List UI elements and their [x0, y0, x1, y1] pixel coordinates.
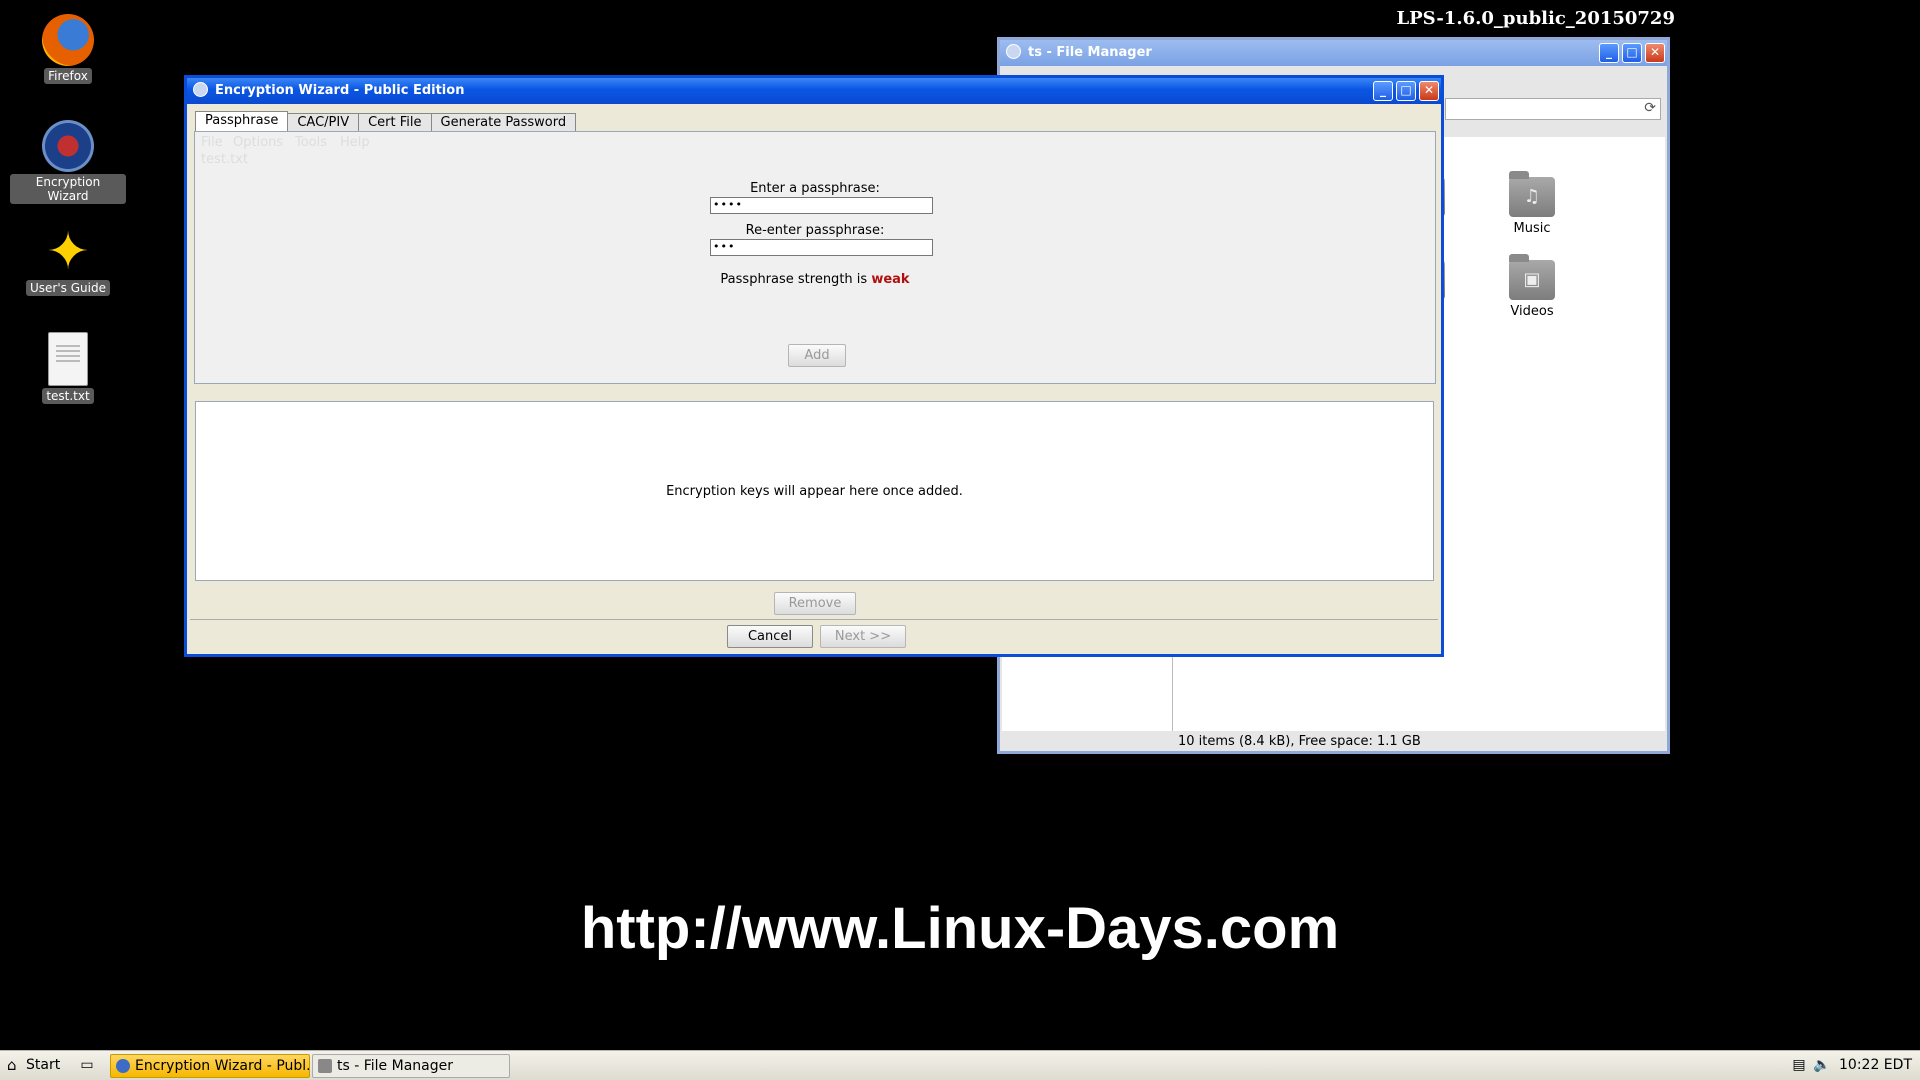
status-bar: 10 items (8.4 kB), Free space: 1.1 GB [1178, 734, 1421, 749]
window-title: ts - File Manager [1028, 45, 1152, 60]
show-desktop-icon[interactable]: ▭ [76, 1054, 98, 1078]
minimize-button[interactable]: _ [1373, 81, 1393, 101]
desktop-icon-encryption-wizard[interactable]: Encryption Wizard [10, 120, 126, 204]
firefox-icon [42, 14, 94, 66]
ghost-menu-options: Options [233, 135, 284, 150]
maximize-button[interactable]: □ [1396, 81, 1416, 101]
file-manager-titlebar[interactable]: ts - File Manager _ □ ✕ [1000, 40, 1667, 66]
taskbar: ⌂ Start ▭ Encryption Wizard - Publ... ts… [0, 1050, 1920, 1080]
folder-label: Music [1513, 221, 1551, 236]
desktop-icon-label: test.txt [42, 388, 94, 404]
encryption-wizard-titlebar[interactable]: Encryption Wizard - Public Edition _ □ ✕ [187, 78, 1441, 104]
volume-icon[interactable]: 🔈 [1812, 1054, 1832, 1078]
task-encryption-wizard[interactable]: Encryption Wizard - Publ... [110, 1054, 310, 1078]
folder-music[interactable]: ♫ Music [1492, 171, 1572, 236]
encryption-keys-list[interactable]: Encryption keys will appear here once ad… [195, 401, 1434, 581]
clock[interactable]: 10:22 EDT [1839, 1057, 1912, 1073]
maximize-button[interactable]: □ [1622, 43, 1642, 63]
tab-bar: Passphrase CAC/PIV Cert File Generate Passw… [195, 111, 577, 133]
folder-videos[interactable]: ▣ Videos [1492, 254, 1572, 319]
encryption-wizard-icon [193, 82, 208, 97]
remove-button[interactable]: Remove [774, 592, 856, 615]
close-button[interactable]: ✕ [1419, 81, 1439, 101]
window-title: Encryption Wizard - Public Edition [215, 83, 465, 98]
ghost-menu-tools: Tools [295, 135, 328, 150]
ghost-menu-help: Help [340, 135, 370, 150]
task-label: Encryption Wizard - Publ... [135, 1058, 310, 1074]
passphrase-panel: File Options Tools Help test.txt Enter a… [194, 131, 1436, 384]
file-manager-icon [318, 1059, 332, 1073]
reenter-passphrase-label: Re-enter passphrase: [745, 223, 885, 238]
desktop-icon-users-guide[interactable]: ✦ User's Guide [10, 226, 126, 296]
tab-cert-file[interactable]: Cert File [358, 113, 432, 133]
divider [190, 619, 1438, 620]
passphrase-strength: Passphrase strength is weak [195, 272, 1435, 287]
start-label: Start [26, 1057, 61, 1073]
home-icon: ⌂ [7, 1056, 17, 1074]
ghost-menu-file: File [201, 135, 223, 150]
desktop-icon-label: User's Guide [26, 280, 110, 296]
banner-text: http://www.Linux-Days.com [580, 896, 1340, 961]
network-icon[interactable]: ▤ [1788, 1054, 1810, 1078]
cancel-button[interactable]: Cancel [727, 625, 813, 648]
star-icon: ✦ [46, 222, 90, 282]
add-button[interactable]: Add [788, 344, 846, 367]
desktop-icon-test-txt[interactable]: test.txt [10, 332, 126, 404]
desktop-icon-label: Encryption Wizard [10, 174, 126, 204]
encryption-wizard-window[interactable]: Encryption Wizard - Public Edition _ □ ✕… [184, 75, 1444, 657]
tab-generate-password[interactable]: Generate Password [430, 113, 577, 133]
tab-passphrase[interactable]: Passphrase [195, 111, 289, 133]
address-bar[interactable]: ⟳ [1445, 98, 1661, 120]
passphrase-label: Enter a passphrase: [750, 181, 880, 196]
task-file-manager[interactable]: ts - File Manager [312, 1054, 510, 1078]
version-label: LPS-1.6.0_public_20150729 [1396, 8, 1675, 29]
close-button[interactable]: ✕ [1645, 43, 1665, 63]
minimize-button[interactable]: _ [1599, 43, 1619, 63]
task-label: ts - File Manager [337, 1058, 453, 1074]
encryption-wizard-icon [116, 1059, 130, 1073]
strength-value: weak [871, 272, 910, 287]
video-folder-icon: ▣ [1509, 254, 1555, 300]
desktop-icon-firefox[interactable]: Firefox [10, 14, 126, 84]
next-button[interactable]: Next >> [820, 625, 906, 648]
text-file-icon [48, 332, 88, 386]
start-button[interactable]: ⌂ Start [4, 1054, 66, 1078]
passphrase-input[interactable]: •••• [710, 197, 933, 214]
desktop-icon-label: Firefox [44, 68, 92, 84]
tab-cac-piv[interactable]: CAC/PIV [287, 113, 360, 133]
music-folder-icon: ♫ [1509, 171, 1555, 217]
encryption-wizard-icon [42, 120, 94, 172]
ghost-file-name: test.txt [201, 152, 248, 167]
reenter-passphrase-input[interactable]: ••• [710, 239, 933, 256]
keys-placeholder: Encryption keys will appear here once ad… [666, 484, 963, 499]
strength-prefix: Passphrase strength is [720, 272, 868, 287]
file-manager-icon [1006, 44, 1021, 59]
folder-label: Videos [1510, 304, 1554, 319]
reload-icon[interactable]: ⟳ [1644, 100, 1656, 116]
